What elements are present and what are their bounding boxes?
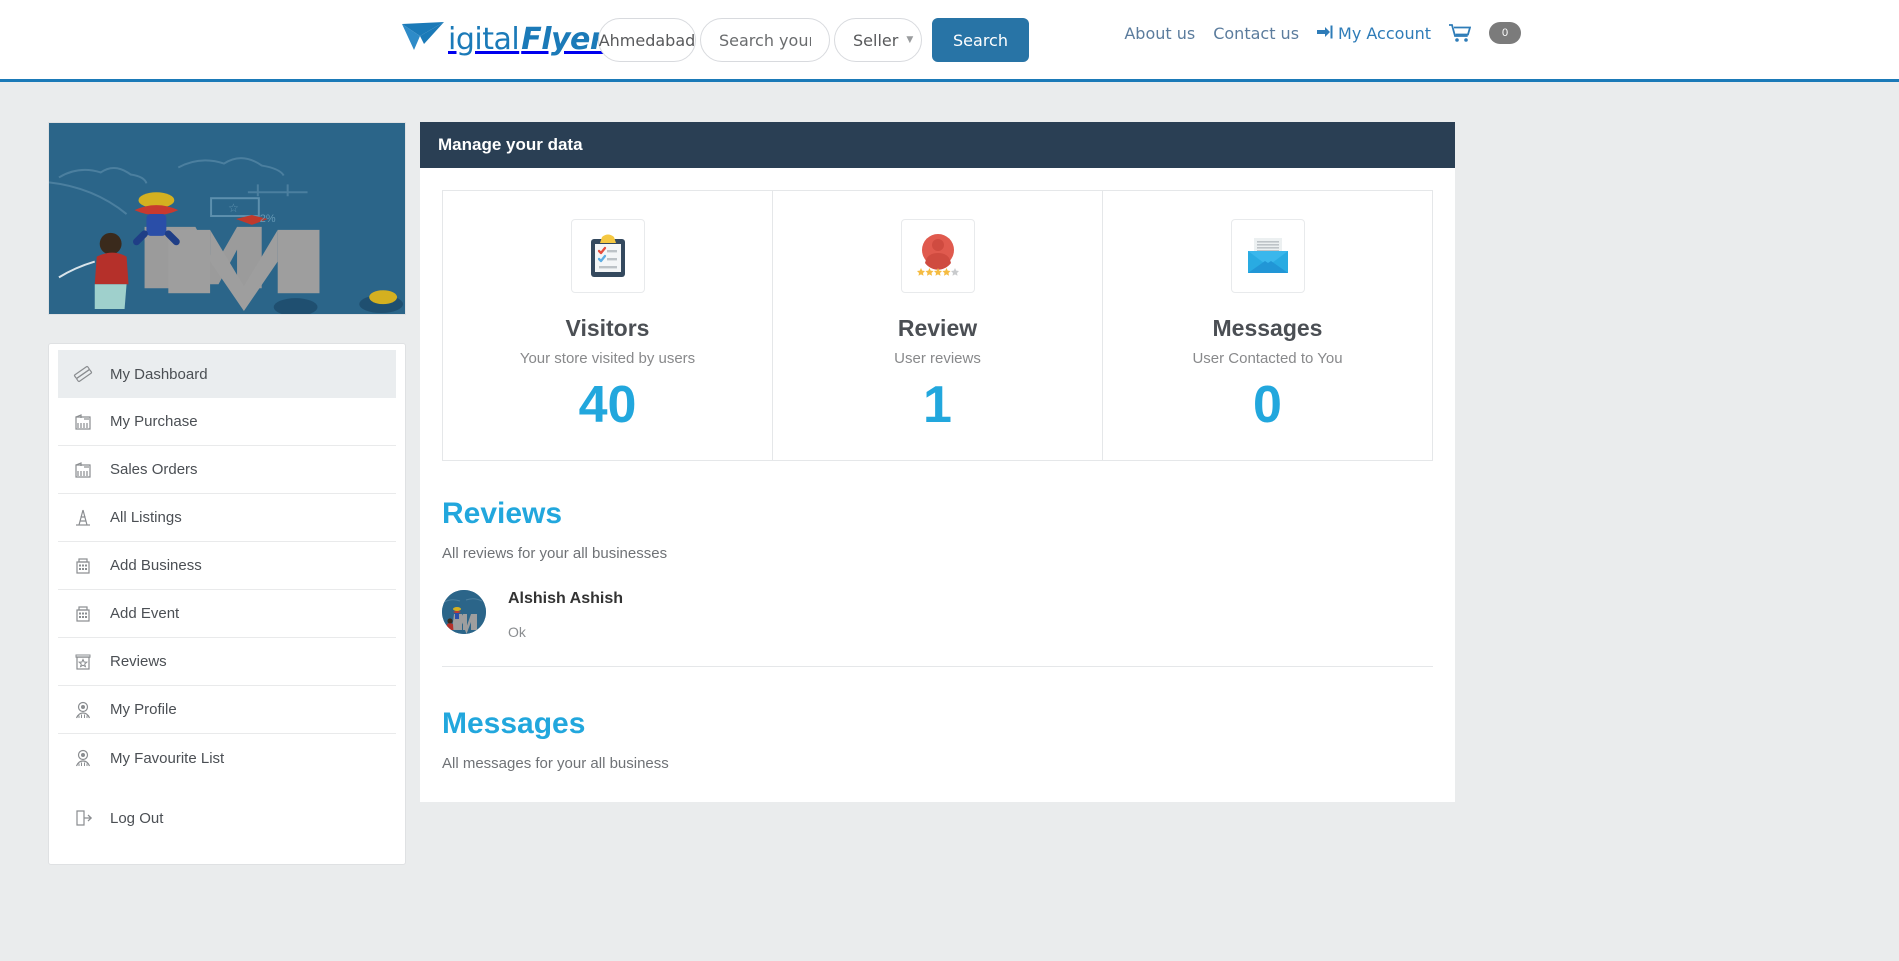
menu-divider (49, 782, 405, 794)
sidebar-item-reviews[interactable]: Reviews (58, 638, 396, 686)
sidebar: ☆ 2% My Dashboard My Purchase Sales Orde… (48, 122, 406, 865)
review-item: Alshish Ashish Ok (442, 590, 1433, 668)
dashboard-icon (72, 363, 94, 385)
stat-subtitle: Your store visited by users (519, 350, 696, 367)
sidebar-item-all-listings[interactable]: All Listings (58, 494, 396, 542)
panel-title: Manage your data (420, 122, 1455, 168)
sidebar-item-label: Reviews (110, 653, 167, 670)
shopping-cart-icon[interactable] (1449, 23, 1471, 43)
logout-icon (72, 807, 94, 829)
reviews-title: Reviews (442, 497, 563, 531)
sidebar-item-label: My Favourite List (110, 749, 225, 767)
header-nav: About us Contact us My Account 0 (1124, 22, 1521, 44)
avatar (442, 590, 486, 635)
receipt-icon (72, 459, 94, 481)
stat-card-review: Review User reviews 1 (773, 191, 1103, 461)
sidebar-item-sales-orders[interactable]: Sales Orders (58, 446, 396, 494)
city-value: Ahmedabad (598, 30, 696, 50)
stat-subtitle: User reviews (894, 350, 981, 367)
sidebar-item-log-out[interactable]: Log Out (58, 794, 396, 842)
role-select-value: Seller (853, 30, 899, 50)
stat-subtitle: User Contacted to You (1192, 350, 1343, 367)
envelope-icon (1230, 219, 1305, 293)
search-button[interactable]: Search (932, 18, 1029, 62)
sidebar-item-my-dashboard[interactable]: My Dashboard (58, 350, 396, 398)
stat-value: 0 (1253, 376, 1282, 434)
nav-my-account-label: My Account (1338, 23, 1431, 43)
nav-about-us[interactable]: About us (1124, 24, 1195, 43)
stat-card-messages: Messages User Contacted to You 0 (1103, 191, 1432, 460)
site-logo[interactable]: igital Flyer (400, 12, 605, 66)
sidebar-item-my-purchase[interactable]: My Purchase (58, 398, 396, 446)
stat-card-visitors: Visitors Your store visited by users 40 (443, 191, 773, 461)
stat-value: 40 (578, 376, 637, 434)
review-author: Alshish Ashish (508, 590, 623, 608)
logo-text-primary: igital (448, 21, 520, 57)
sidebar-item-my-profile[interactable]: My Profile (58, 686, 396, 734)
sidebar-item-label: My Dashboard (110, 365, 208, 383)
sidebar-item-add-business[interactable]: Add Business (58, 542, 396, 590)
profile-banner: ☆ 2% (48, 122, 406, 315)
svg-text:2%: 2% (260, 213, 276, 225)
paper-plane-icon (400, 20, 452, 59)
city-input[interactable]: Ahmedabad (598, 18, 696, 62)
messages-section: Messages All messages for your all busin… (442, 707, 1433, 772)
stat-title: Messages (1212, 315, 1323, 341)
page-body: ☆ 2% My Dashboard My Purchase Sales Orde… (0, 82, 1899, 865)
site-header: igitalFlyer Ahmedabad Seller ▼ Search Ab… (0, 0, 1899, 82)
sidebar-item-label: Sales Orders (110, 461, 198, 478)
sign-in-icon (1317, 24, 1333, 43)
tower-icon (72, 507, 94, 529)
user-rating-icon (900, 219, 975, 293)
star-badge-icon (72, 651, 94, 673)
sidebar-item-label: Add Business (110, 557, 202, 574)
panel-body: Visitors Your store visited by users 40 (420, 168, 1455, 803)
review-text: Ok (508, 624, 526, 641)
search-input-wrap[interactable] (700, 18, 830, 62)
messages-subtitle: All messages for your all business (442, 755, 669, 773)
sidebar-item-label: All Listings (110, 509, 182, 526)
clipboard-checklist-icon (570, 219, 645, 293)
reviews-section: Reviews All reviews for your all busines… (442, 497, 1433, 668)
main-panel: Manage your data Visitors Your store vis… (420, 122, 1455, 803)
sidebar-menu: My Dashboard My Purchase Sales Orders Al… (48, 343, 406, 865)
svg-text:☆: ☆ (228, 201, 239, 215)
search-input[interactable] (719, 30, 811, 50)
building-icon (72, 555, 94, 577)
sidebar-item-add-event[interactable]: Add Event (58, 590, 396, 638)
receipt-icon (72, 411, 94, 433)
sidebar-item-label: My Profile (110, 701, 177, 718)
sidebar-item-label: Log Out (110, 809, 164, 827)
reviews-list: Alshish Ashish Ok (442, 590, 1433, 668)
banner-illustration: ☆ 2% (49, 123, 405, 314)
sidebar-item-label: Add Event (110, 605, 180, 622)
stat-title: Review (897, 315, 978, 341)
user-icon (72, 747, 94, 769)
role-select[interactable]: Seller ▼ (834, 18, 922, 62)
cart-count-badge: 0 (1489, 22, 1521, 44)
user-icon (72, 699, 94, 721)
messages-title: Messages (442, 707, 586, 741)
stat-title: Visitors (565, 315, 650, 341)
stat-value: 1 (923, 376, 952, 434)
chevron-down-icon: ▼ (906, 35, 914, 45)
sidebar-item-my-favourite-list[interactable]: My Favourite List (58, 734, 396, 782)
nav-my-account[interactable]: My Account (1317, 24, 1431, 43)
logo-text-secondary: Flyer (521, 21, 605, 57)
search-group: Ahmedabad Seller ▼ Search (598, 18, 1029, 62)
building-icon (72, 603, 94, 625)
nav-contact-us[interactable]: Contact us (1213, 24, 1299, 43)
sidebar-item-label: My Purchase (110, 413, 198, 430)
reviews-subtitle: All reviews for your all businesses (442, 545, 668, 563)
review-body: Alshish Ashish Ok (508, 590, 623, 640)
stats-row: Visitors Your store visited by users 40 (442, 190, 1433, 462)
